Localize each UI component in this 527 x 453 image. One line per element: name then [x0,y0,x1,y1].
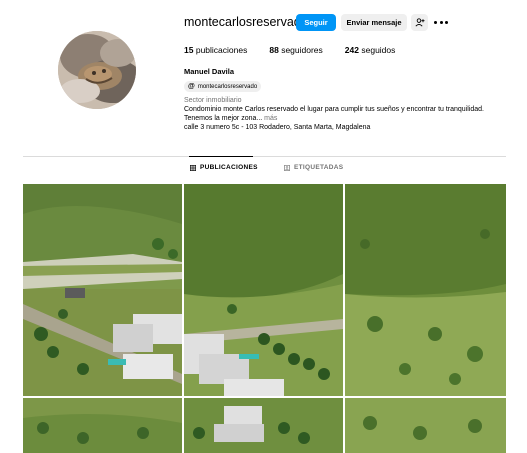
post-tile[interactable] [345,398,506,453]
followers-label: seguidores [281,45,323,55]
tagged-icon [284,164,290,171]
tabs-divider [23,156,506,157]
following-stat[interactable]: 242 seguidos [345,45,396,55]
posts-grid [23,184,506,453]
profile-category: Sector inmobiliario [184,97,242,104]
followers-stat[interactable]: 88 seguidores [269,45,322,55]
threads-handle: montecarlosreservado [197,83,258,90]
profile-stats: 15 publicaciones 88 seguidores 242 segui… [184,45,417,55]
posts-stat: 15 publicaciones [184,45,247,55]
tab-tagged-label: ETIQUETADAS [294,164,344,171]
avatar[interactable] [58,31,136,109]
post-tile[interactable] [184,184,343,396]
post-tile[interactable] [23,184,182,396]
suggest-accounts-button[interactable] [411,14,428,31]
post-image [345,184,506,396]
follow-button[interactable]: Seguir [296,14,336,31]
person-add-icon [414,18,424,27]
bio-more-link[interactable]: más [264,115,277,122]
post-tile[interactable] [345,184,506,396]
avatar-image [58,31,136,109]
send-message-button[interactable]: Enviar mensaje [341,14,407,31]
threads-badge[interactable]: @ montecarlosreservado [184,81,262,92]
post-tile[interactable] [184,398,343,453]
post-image [345,398,506,453]
tab-tagged[interactable]: ETIQUETADAS [284,164,343,171]
bio-line-1: Condominio monte Carlos reservado el lug… [184,106,484,113]
profile-full-name: Manuel Davila [184,67,235,76]
profile-username: montecarlosreservado [184,15,308,29]
more-icon[interactable] [434,14,448,31]
bio-line-2: Tenemos la mejor zona... [184,115,263,122]
profile-address: calle 3 numero 5c - 103 Rodadero, Santa … [184,124,371,131]
post-image [23,398,182,453]
tab-posts[interactable]: PUBLICACIONES [190,164,258,171]
posts-label: publicaciones [195,45,248,55]
tab-posts-label: PUBLICACIONES [200,164,258,171]
threads-icon: @ [188,83,195,90]
grid-icon [190,164,196,171]
post-image [184,398,343,453]
following-count: 242 [344,45,359,55]
followers-count: 88 [269,45,279,55]
post-image [184,184,343,396]
active-tab-indicator [189,156,253,157]
following-label: seguidos [361,45,396,55]
profile-header: montecarlosreservado Seguir Enviar mensa… [0,0,527,150]
post-tile[interactable] [23,398,182,453]
profile-bio: Sector inmobiliario Condominio monte Car… [184,96,514,132]
post-image [23,184,182,396]
posts-count: 15 [184,45,194,55]
